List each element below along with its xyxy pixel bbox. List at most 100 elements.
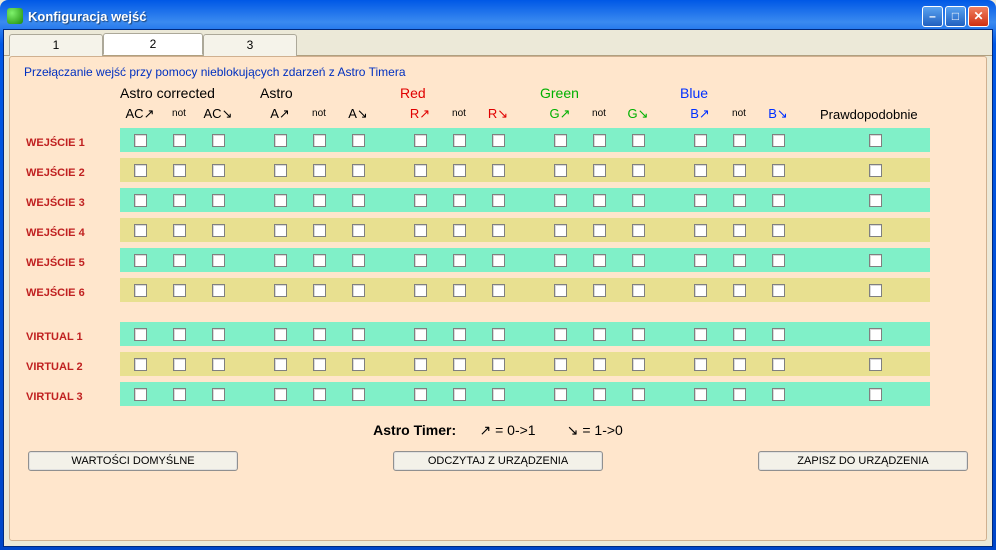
checkbox[interactable]	[733, 388, 746, 401]
checkbox[interactable]	[869, 328, 882, 341]
checkbox[interactable]	[869, 254, 882, 267]
checkbox[interactable]	[212, 254, 225, 267]
checkbox[interactable]	[274, 164, 287, 177]
checkbox[interactable]	[274, 358, 287, 371]
checkbox[interactable]	[694, 284, 707, 297]
checkbox[interactable]	[414, 134, 427, 147]
checkbox[interactable]	[414, 254, 427, 267]
checkbox[interactable]	[632, 358, 645, 371]
checkbox[interactable]	[869, 164, 882, 177]
tab-3[interactable]: 3	[203, 34, 297, 56]
checkbox[interactable]	[414, 284, 427, 297]
checkbox[interactable]	[733, 164, 746, 177]
checkbox[interactable]	[134, 328, 147, 341]
checkbox[interactable]	[733, 358, 746, 371]
checkbox[interactable]	[453, 134, 466, 147]
checkbox[interactable]	[173, 134, 186, 147]
checkbox[interactable]	[414, 358, 427, 371]
checkbox[interactable]	[492, 134, 505, 147]
read-button[interactable]: ODCZYTAJ Z URZĄDZENIA	[393, 451, 603, 471]
checkbox[interactable]	[313, 284, 326, 297]
checkbox[interactable]	[869, 134, 882, 147]
checkbox[interactable]	[694, 328, 707, 341]
checkbox[interactable]	[492, 284, 505, 297]
checkbox[interactable]	[414, 328, 427, 341]
checkbox[interactable]	[492, 164, 505, 177]
checkbox[interactable]	[134, 194, 147, 207]
checkbox[interactable]	[352, 164, 365, 177]
checkbox[interactable]	[352, 388, 365, 401]
checkbox[interactable]	[593, 358, 606, 371]
checkbox[interactable]	[414, 194, 427, 207]
checkbox[interactable]	[134, 358, 147, 371]
checkbox[interactable]	[593, 224, 606, 237]
checkbox[interactable]	[772, 388, 785, 401]
checkbox[interactable]	[733, 194, 746, 207]
checkbox[interactable]	[274, 388, 287, 401]
checkbox[interactable]	[274, 254, 287, 267]
checkbox[interactable]	[453, 328, 466, 341]
checkbox[interactable]	[453, 254, 466, 267]
checkbox[interactable]	[772, 194, 785, 207]
checkbox[interactable]	[593, 388, 606, 401]
checkbox[interactable]	[733, 254, 746, 267]
checkbox[interactable]	[593, 194, 606, 207]
checkbox[interactable]	[212, 284, 225, 297]
checkbox[interactable]	[212, 224, 225, 237]
maximize-button[interactable]: □	[945, 6, 966, 27]
checkbox[interactable]	[134, 254, 147, 267]
checkbox[interactable]	[632, 194, 645, 207]
checkbox[interactable]	[212, 328, 225, 341]
checkbox[interactable]	[694, 164, 707, 177]
checkbox[interactable]	[772, 284, 785, 297]
checkbox[interactable]	[453, 224, 466, 237]
checkbox[interactable]	[212, 388, 225, 401]
checkbox[interactable]	[313, 194, 326, 207]
checkbox[interactable]	[632, 134, 645, 147]
checkbox[interactable]	[554, 224, 567, 237]
checkbox[interactable]	[212, 194, 225, 207]
checkbox[interactable]	[694, 194, 707, 207]
checkbox[interactable]	[593, 164, 606, 177]
checkbox[interactable]	[134, 388, 147, 401]
checkbox[interactable]	[134, 164, 147, 177]
checkbox[interactable]	[212, 134, 225, 147]
checkbox[interactable]	[593, 254, 606, 267]
checkbox[interactable]	[554, 284, 567, 297]
checkbox[interactable]	[733, 134, 746, 147]
checkbox[interactable]	[554, 164, 567, 177]
checkbox[interactable]	[694, 358, 707, 371]
checkbox[interactable]	[632, 328, 645, 341]
write-button[interactable]: ZAPISZ DO URZĄDZENIA	[758, 451, 968, 471]
checkbox[interactable]	[134, 134, 147, 147]
checkbox[interactable]	[274, 134, 287, 147]
checkbox[interactable]	[352, 284, 365, 297]
checkbox[interactable]	[772, 224, 785, 237]
checkbox[interactable]	[313, 358, 326, 371]
checkbox[interactable]	[173, 358, 186, 371]
checkbox[interactable]	[772, 328, 785, 341]
checkbox[interactable]	[453, 194, 466, 207]
checkbox[interactable]	[593, 284, 606, 297]
checkbox[interactable]	[492, 328, 505, 341]
checkbox[interactable]	[313, 164, 326, 177]
checkbox[interactable]	[694, 134, 707, 147]
close-button[interactable]: ✕	[968, 6, 989, 27]
checkbox[interactable]	[632, 284, 645, 297]
checkbox[interactable]	[313, 388, 326, 401]
checkbox[interactable]	[173, 194, 186, 207]
checkbox[interactable]	[274, 328, 287, 341]
checkbox[interactable]	[453, 388, 466, 401]
checkbox[interactable]	[554, 358, 567, 371]
checkbox[interactable]	[492, 224, 505, 237]
checkbox[interactable]	[352, 328, 365, 341]
checkbox[interactable]	[212, 358, 225, 371]
checkbox[interactable]	[173, 328, 186, 341]
checkbox[interactable]	[173, 224, 186, 237]
checkbox[interactable]	[173, 254, 186, 267]
checkbox[interactable]	[554, 388, 567, 401]
checkbox[interactable]	[212, 164, 225, 177]
checkbox[interactable]	[313, 328, 326, 341]
checkbox[interactable]	[869, 388, 882, 401]
checkbox[interactable]	[352, 194, 365, 207]
